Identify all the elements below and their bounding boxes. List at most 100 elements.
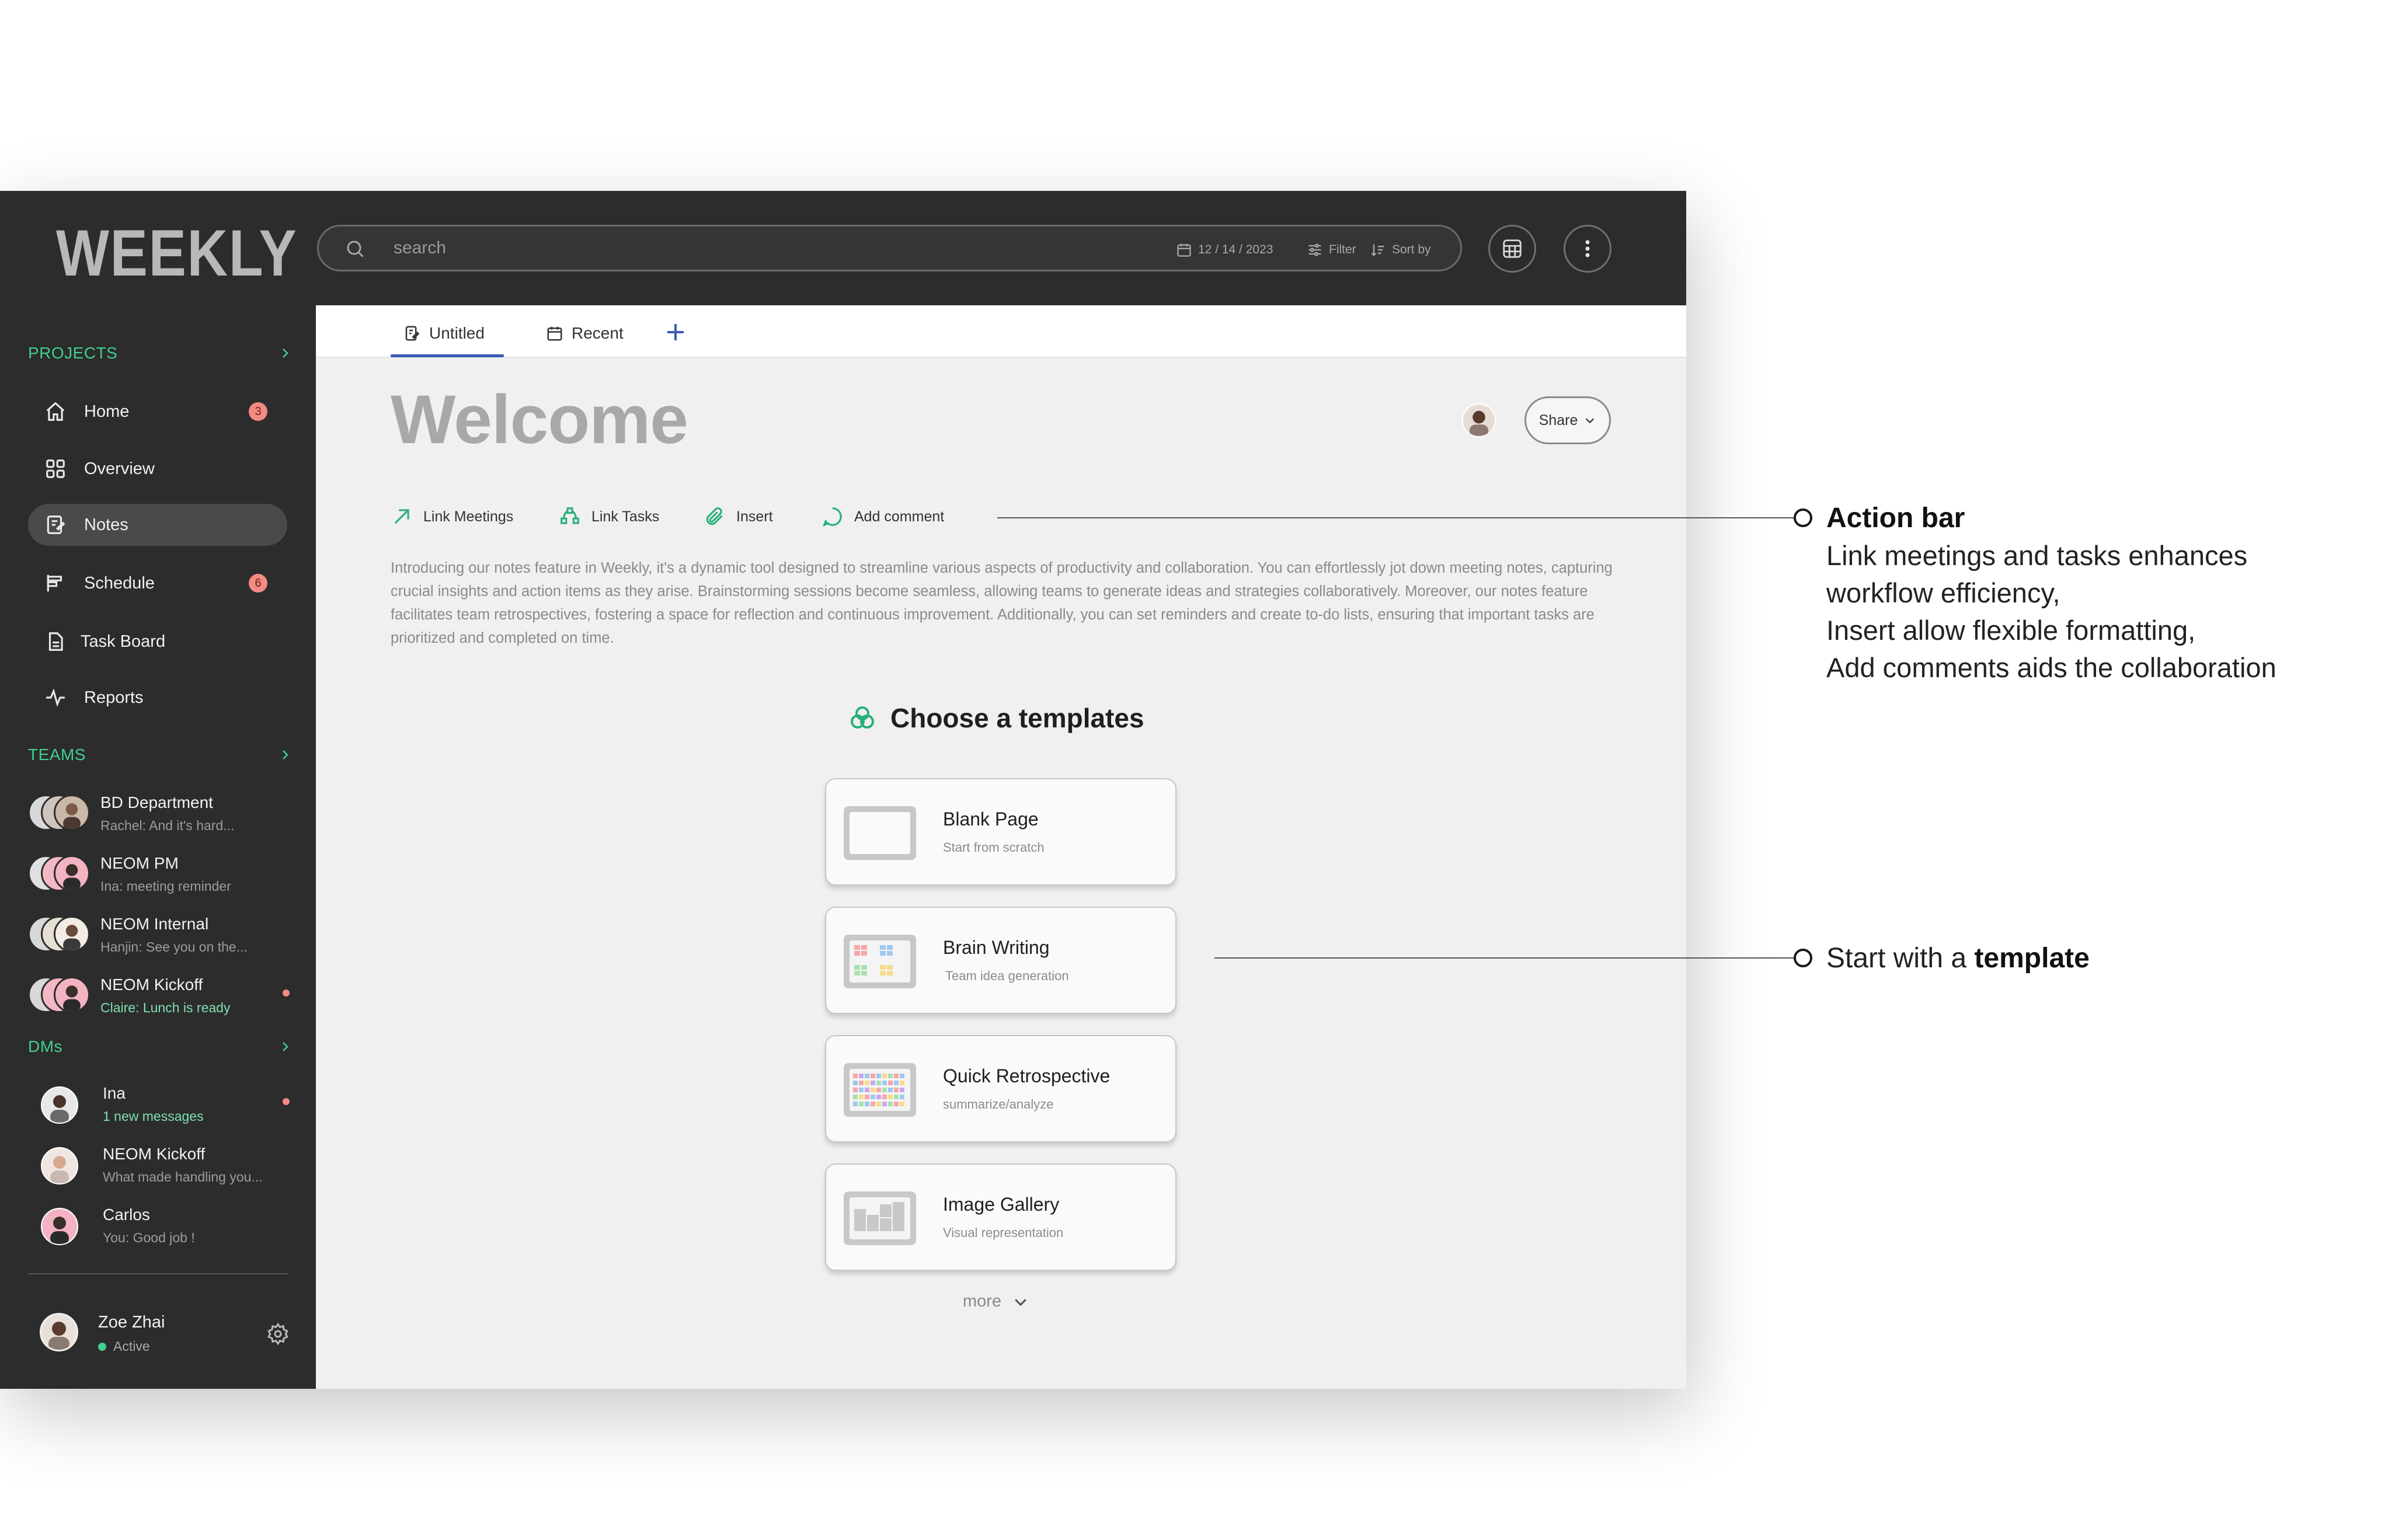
online-indicator [98, 1342, 106, 1351]
dm-item-carlos[interactable]: Carlos You: Good job ! [37, 1200, 291, 1251]
vertical-dots-icon [1585, 240, 1590, 257]
tab-recent[interactable]: Recent [546, 322, 624, 345]
insert-button[interactable]: Insert [704, 505, 773, 528]
note-edit-icon [405, 326, 420, 341]
avatar [54, 855, 90, 891]
intro-paragraph: Introducing our notes feature in Weekly,… [391, 560, 1613, 646]
plus-icon[interactable] [662, 318, 690, 346]
dm-item-ina[interactable]: Ina 1 new messages [37, 1078, 291, 1130]
share-button[interactable]: Share [1524, 396, 1611, 444]
avatar-group [28, 855, 92, 893]
avatar [54, 795, 90, 831]
active-tab-indicator [391, 354, 504, 357]
more-label: more [963, 1292, 1002, 1311]
template-subtitle: summarize/analyze [943, 1097, 1054, 1112]
sidebar-item-schedule[interactable]: Schedule 6 [28, 562, 287, 604]
avatar[interactable] [1462, 403, 1496, 437]
avatar-group [28, 977, 92, 1014]
sidebar-item-notes[interactable]: Notes [28, 504, 287, 546]
pulse-icon [46, 688, 65, 707]
avatar [41, 1086, 78, 1124]
teams-heading[interactable]: TEAMS [28, 745, 86, 764]
brain-writing-icon [844, 935, 916, 988]
dm-item-neom-kickoff[interactable]: NEOM Kickoff What made handling you... [37, 1139, 291, 1190]
home-icon [46, 402, 65, 421]
date-picker[interactable]: 12 / 14 / 2023 [1176, 241, 1273, 259]
avatar [41, 1147, 78, 1184]
annotation-line [1214, 957, 1803, 959]
unread-dot [283, 1098, 290, 1105]
team-name: NEOM Kickoff [100, 975, 203, 994]
page-title[interactable]: Welcome [391, 380, 688, 459]
filter-icon [1308, 243, 1321, 256]
chevron-down-icon [1015, 1298, 1026, 1306]
sidebar-item-label: Overview [84, 459, 155, 478]
current-user[interactable]: Zoe Zhai Active [40, 1308, 291, 1360]
dm-name: NEOM Kickoff [103, 1145, 206, 1163]
template-subtitle: Visual representation [943, 1225, 1064, 1240]
avatar [54, 916, 90, 952]
sidebar-item-home[interactable]: Home 3 [28, 391, 287, 433]
sort-button[interactable]: Sort by [1370, 241, 1431, 259]
chevron-right-icon[interactable] [278, 748, 292, 762]
calendar-icon [547, 326, 562, 341]
search-bar[interactable]: search 12 / 14 / 2023 Filter Sort by [317, 225, 1462, 271]
team-preview: Rachel: And it's hard... [100, 818, 235, 833]
main-content: Untitled Recent Welcome Share Link Meeti… [316, 305, 1686, 1389]
link-tasks-button[interactable]: Link Tasks [559, 505, 659, 528]
date-value: 12 / 14 / 2023 [1198, 243, 1273, 256]
more-templates-button[interactable]: more [963, 1292, 1029, 1311]
projects-heading[interactable]: PROJECTS [28, 344, 117, 363]
action-label: Add comment [854, 508, 945, 525]
tab-untitled[interactable]: Untitled [403, 322, 485, 345]
dms-heading[interactable]: DMs [28, 1037, 62, 1056]
team-item-neom-internal[interactable]: NEOM Internal Hanjin: See you on the... [28, 909, 291, 960]
dm-name: Ina [103, 1084, 126, 1102]
calendar-view-button[interactable] [1488, 225, 1536, 273]
tab-label: Untitled [429, 324, 485, 342]
grid-icon [46, 459, 65, 478]
annotation-line-text: Link meetings and tasks enhances [1826, 540, 2248, 571]
annotation-body: Link meetings and tasks enhances workflo… [1826, 537, 2352, 687]
notification-badge: 6 [249, 574, 267, 593]
chevron-down-icon [1586, 418, 1595, 424]
image-gallery-icon [844, 1191, 916, 1245]
annotation-marker [1794, 949, 1812, 967]
template-card-brain-writing[interactable]: Brain Writing Team idea generation [825, 907, 1176, 1014]
team-item-neom-pm[interactable]: NEOM PM Ina: meeting reminder [28, 848, 291, 900]
template-card-image-gallery[interactable]: Image Gallery Visual representation [825, 1163, 1176, 1271]
add-comment-button[interactable]: Add comment [821, 505, 944, 528]
sidebar-item-overview[interactable]: Overview [28, 448, 287, 490]
chevron-right-icon[interactable] [278, 346, 292, 360]
dm-preview: You: Good job ! [103, 1230, 195, 1245]
more-options-button[interactable] [1564, 225, 1611, 273]
avatar-group [28, 916, 92, 953]
document-icon [48, 632, 63, 651]
link-meetings-button[interactable]: Link Meetings [391, 505, 513, 528]
team-item-bd-department[interactable]: BD Department Rachel: And it's hard... [28, 788, 291, 839]
templates-icon [851, 706, 874, 729]
annotation-line-text: workflow efficiency, [1826, 577, 2060, 608]
tab-label: Recent [572, 324, 624, 342]
top-bar: WEEKLY search 12 / 14 / 2023 Filter Sort… [0, 191, 1686, 305]
sidebar-item-task-board[interactable]: Task Board [28, 621, 287, 663]
avatar [40, 1313, 78, 1351]
annotation-line-text: Insert allow flexible formatting, [1826, 615, 2196, 646]
template-subtitle: Start from scratch [943, 840, 1045, 855]
comment-icon [823, 507, 842, 527]
template-card-quick-retrospective[interactable]: Quick Retrospective summarize/analyze [825, 1035, 1176, 1142]
sidebar-item-reports[interactable]: Reports [28, 677, 287, 719]
filter-button[interactable]: Filter [1307, 241, 1356, 259]
annotation-template: Start with a template [1826, 942, 2090, 974]
template-card-blank-page[interactable]: Blank Page Start from scratch [825, 778, 1176, 886]
gear-icon[interactable] [266, 1322, 290, 1346]
template-title: Blank Page [943, 809, 1039, 830]
search-input[interactable]: search [394, 238, 446, 258]
template-title: Quick Retrospective [943, 1065, 1111, 1086]
team-name: BD Department [100, 793, 213, 811]
sidebar-item-label: Notes [84, 515, 128, 534]
team-item-neom-kickoff[interactable]: NEOM Kickoff Claire: Lunch is ready [28, 970, 291, 1021]
search-icon [347, 241, 364, 257]
chevron-right-icon[interactable] [278, 1040, 292, 1054]
action-label: Insert [736, 508, 773, 525]
